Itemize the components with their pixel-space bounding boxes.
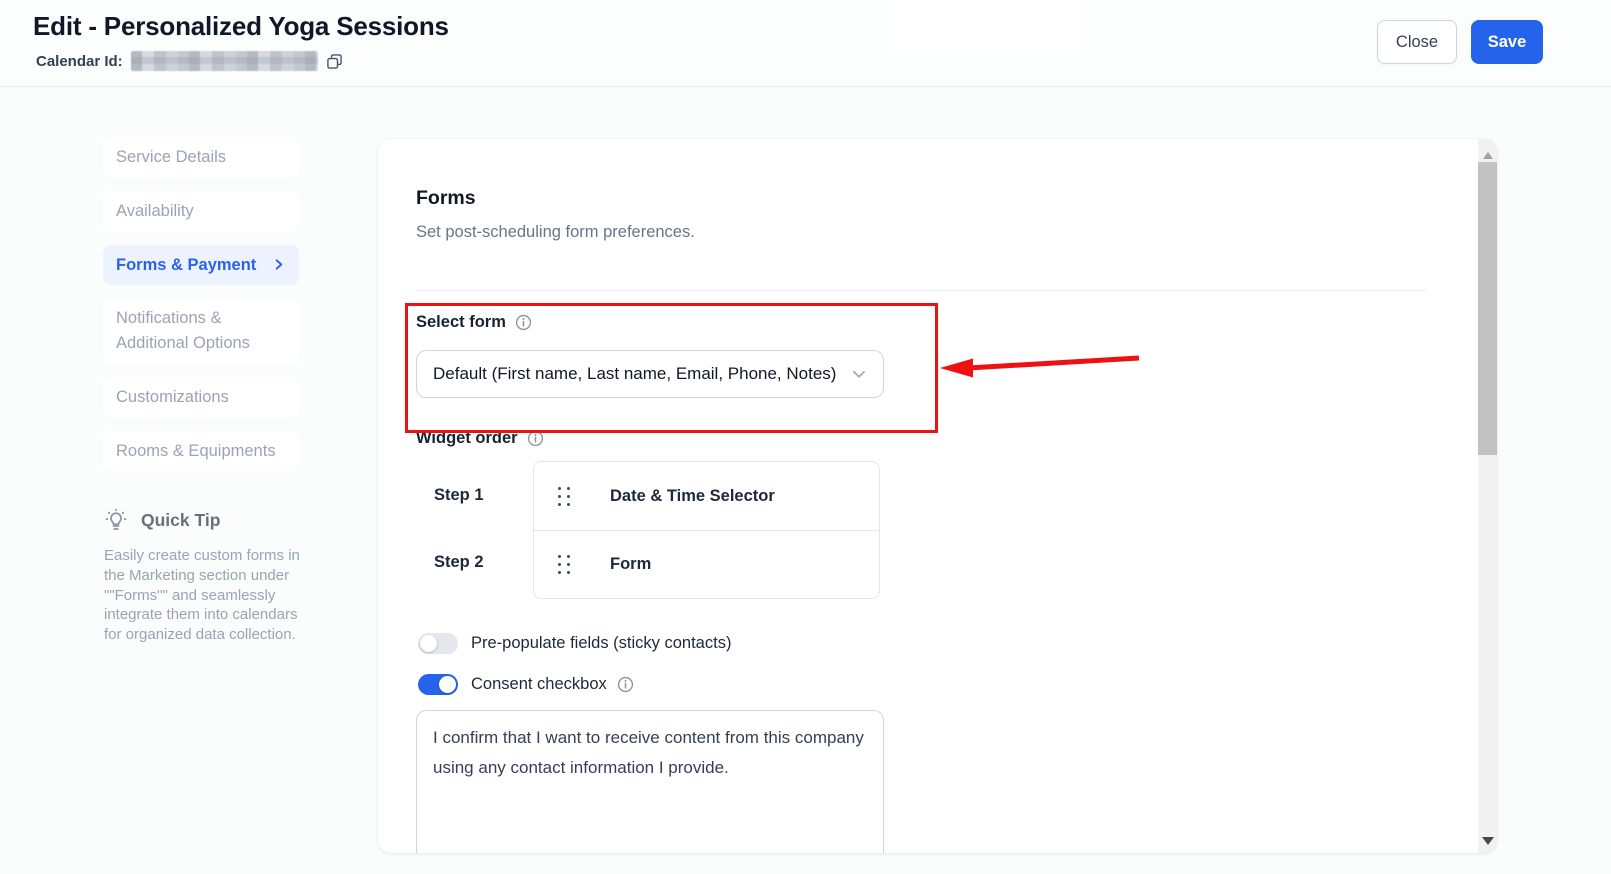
forms-settings-panel: Forms Set post-scheduling form preferenc… [378, 139, 1497, 853]
sidebar-item-forms-payment[interactable]: Forms & Payment [103, 245, 299, 286]
header-actions: Close Save [1377, 20, 1543, 64]
chevron-right-icon [271, 257, 286, 272]
sidebar-item-label: Availability [116, 199, 194, 224]
widget-name: Form [610, 555, 651, 574]
chevron-down-icon [851, 366, 867, 382]
widget-row-form[interactable]: Form [534, 530, 879, 598]
select-form-dropdown[interactable]: Default (First name, Last name, Email, P… [416, 350, 884, 398]
sidebar-item-notifications[interactable]: Notifications & Additional Options [103, 298, 299, 364]
calendar-id-row: Calendar Id: [36, 51, 343, 71]
info-icon[interactable] [617, 676, 634, 693]
sidebar-item-rooms-equipments[interactable]: Rooms & Equipments [103, 431, 299, 472]
annotation-arrow [938, 351, 1143, 379]
header-bar: Edit - Personalized Yoga Sessions Calend… [0, 0, 1611, 87]
copy-icon[interactable] [326, 53, 343, 70]
widget-order-label: Widget order [416, 429, 518, 448]
sidebar-item-label: Service Details [116, 145, 226, 170]
calendar-id-label: Calendar Id: [36, 53, 123, 70]
sidebar-item-availability[interactable]: Availability [103, 191, 299, 232]
prepopulate-toggle-row: Pre-populate fields (sticky contacts) [418, 633, 731, 654]
page-title: Edit - Personalized Yoga Sessions [33, 11, 449, 42]
settings-sidebar: Service Details Availability Forms & Pay… [103, 137, 299, 471]
header-redaction-patch [890, 0, 1080, 58]
drag-handle-icon[interactable] [558, 555, 570, 574]
prepopulate-toggle-label: Pre-populate fields (sticky contacts) [471, 634, 731, 653]
step-2-label: Step 2 [434, 553, 504, 572]
close-button[interactable]: Close [1377, 20, 1457, 64]
sidebar-item-customizations[interactable]: Customizations [103, 377, 299, 418]
drag-handle-icon[interactable] [558, 487, 570, 506]
widget-name: Date & Time Selector [610, 487, 775, 506]
lightbulb-icon [104, 508, 128, 532]
sidebar-item-label: Notifications & Additional Options [116, 306, 286, 356]
consent-toggle-label: Consent checkbox [471, 675, 607, 694]
consent-text-input[interactable]: I confirm that I want to receive content… [416, 710, 884, 853]
calendar-id-redacted-value [131, 51, 318, 71]
save-button[interactable]: Save [1471, 20, 1543, 64]
quick-tip-panel: Quick Tip Easily create custom forms in … [104, 508, 309, 645]
widget-order-label-row: Widget order [416, 429, 544, 448]
info-icon[interactable] [515, 314, 532, 331]
select-form-label: Select form [416, 313, 506, 332]
panel-scrollbar[interactable] [1478, 139, 1497, 853]
sidebar-item-label: Forms & Payment [116, 253, 256, 278]
quick-tip-title: Quick Tip [141, 510, 220, 531]
sidebar-item-label: Rooms & Equipments [116, 439, 276, 464]
scrollbar-thumb[interactable] [1478, 162, 1497, 455]
consent-toggle[interactable] [418, 674, 458, 695]
widget-order-list: Date & Time Selector Form [533, 461, 880, 599]
sidebar-item-label: Customizations [116, 385, 229, 410]
widget-row-date-time[interactable]: Date & Time Selector [534, 462, 879, 530]
info-icon[interactable] [527, 430, 544, 447]
scroll-down-arrow[interactable] [1478, 831, 1497, 845]
select-form-label-row: Select form [416, 313, 532, 332]
sidebar-item-service-details[interactable]: Service Details [103, 137, 299, 178]
prepopulate-toggle[interactable] [418, 633, 458, 654]
step-1-label: Step 1 [434, 486, 504, 505]
scroll-up-arrow[interactable] [1478, 145, 1497, 159]
section-subtitle: Set post-scheduling form preferences. [416, 223, 695, 242]
section-title: Forms [416, 187, 476, 210]
quick-tip-header: Quick Tip [104, 508, 309, 532]
consent-toggle-row: Consent checkbox [418, 674, 634, 695]
quick-tip-body: Easily create custom forms in the Market… [104, 546, 304, 645]
select-form-value: Default (First name, Last name, Email, P… [433, 364, 836, 384]
section-divider [416, 290, 1426, 291]
